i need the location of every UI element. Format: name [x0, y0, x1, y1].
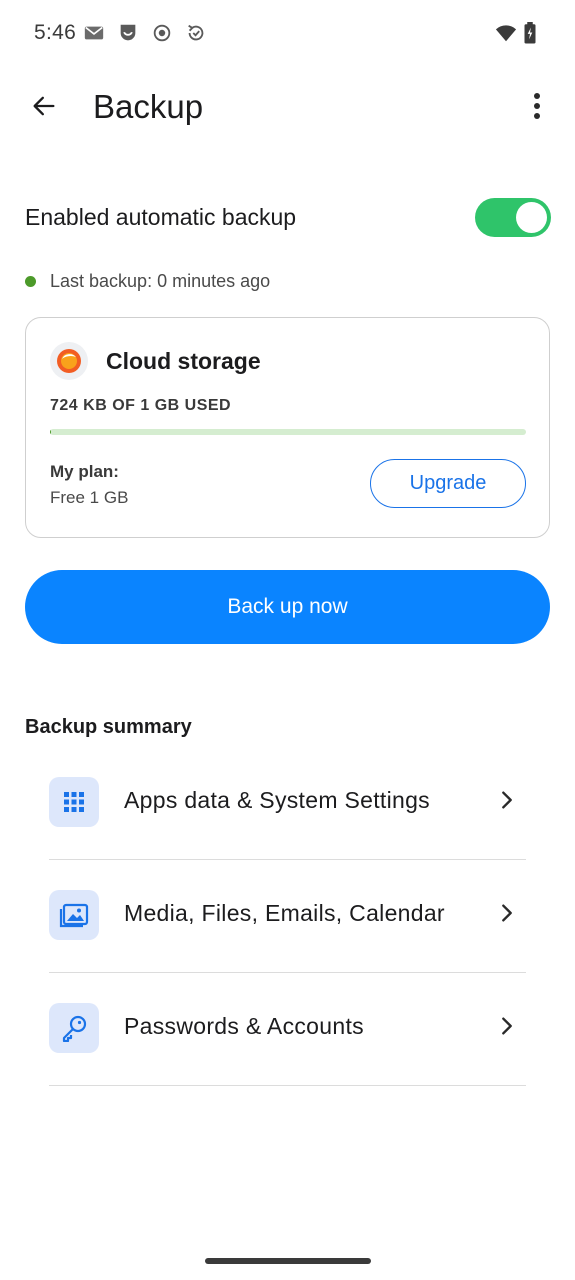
mail-icon — [83, 22, 105, 44]
cloud-storage-title: Cloud storage — [106, 348, 261, 374]
record-icon — [151, 22, 173, 44]
chevron-right-icon — [496, 789, 518, 811]
battery-icon — [523, 22, 539, 44]
summary-item-media-files[interactable]: Media, Files, Emails, Calendar — [0, 860, 575, 973]
chevron-right-icon — [496, 1015, 518, 1037]
backup-summary-heading: Backup summary — [25, 716, 192, 738]
summary-item-label: Apps data & System Settings — [124, 787, 430, 813]
automatic-backup-label: Enabled automatic backup — [25, 204, 297, 230]
more-options-button[interactable] — [517, 88, 557, 128]
status-dot-icon — [25, 275, 36, 287]
media-gallery-icon — [49, 890, 99, 940]
summary-item-passwords-accounts[interactable]: Passwords & Accounts — [0, 973, 575, 1086]
toggle-knob — [516, 202, 547, 233]
back-button[interactable] — [24, 88, 64, 128]
summary-item-apps-data[interactable]: Apps data & System Settings — [0, 747, 575, 860]
upgrade-button[interactable]: Upgrade — [370, 459, 526, 508]
storage-usage-text: 724 KB OF 1 GB USED — [50, 397, 232, 414]
app-bar: Backup — [0, 68, 575, 148]
key-icon — [49, 1003, 99, 1053]
page-title: Backup — [93, 88, 204, 125]
last-backup-status: Last backup: 0 minutes ago — [25, 266, 270, 296]
automatic-backup-toggle[interactable] — [475, 198, 551, 237]
backup-screen: 5:46 Backup Enabled automatic backup Las… — [0, 0, 575, 1280]
last-backup-text: Last backup: 0 minutes ago — [50, 270, 271, 291]
storage-usage-bar — [50, 429, 526, 435]
chevron-right-icon — [496, 902, 518, 924]
home-indicator[interactable] — [205, 1258, 371, 1264]
summary-item-label: Media, Files, Emails, Calendar — [124, 900, 445, 926]
cloud-logo-icon — [50, 342, 88, 380]
plan-label: My plan: — [50, 462, 119, 481]
status-bar: 5:46 — [0, 0, 575, 68]
summary-item-label: Passwords & Accounts — [124, 1013, 364, 1039]
more-vert-icon — [533, 92, 541, 125]
back-up-now-button[interactable]: Back up now — [25, 570, 550, 644]
status-time: 5:46 — [34, 21, 77, 44]
automatic-backup-row: Enabled automatic backup — [0, 190, 575, 246]
apps-grid-icon — [49, 777, 99, 827]
shield-app-icon — [117, 22, 139, 44]
back-arrow-icon — [30, 92, 58, 125]
plan-value: Free 1 GB — [50, 488, 129, 507]
cloud-storage-card: Cloud storage 724 KB OF 1 GB USED My pla… — [25, 317, 550, 538]
divider — [49, 1084, 526, 1086]
wifi-icon — [493, 22, 519, 44]
sync-icon — [185, 22, 207, 44]
